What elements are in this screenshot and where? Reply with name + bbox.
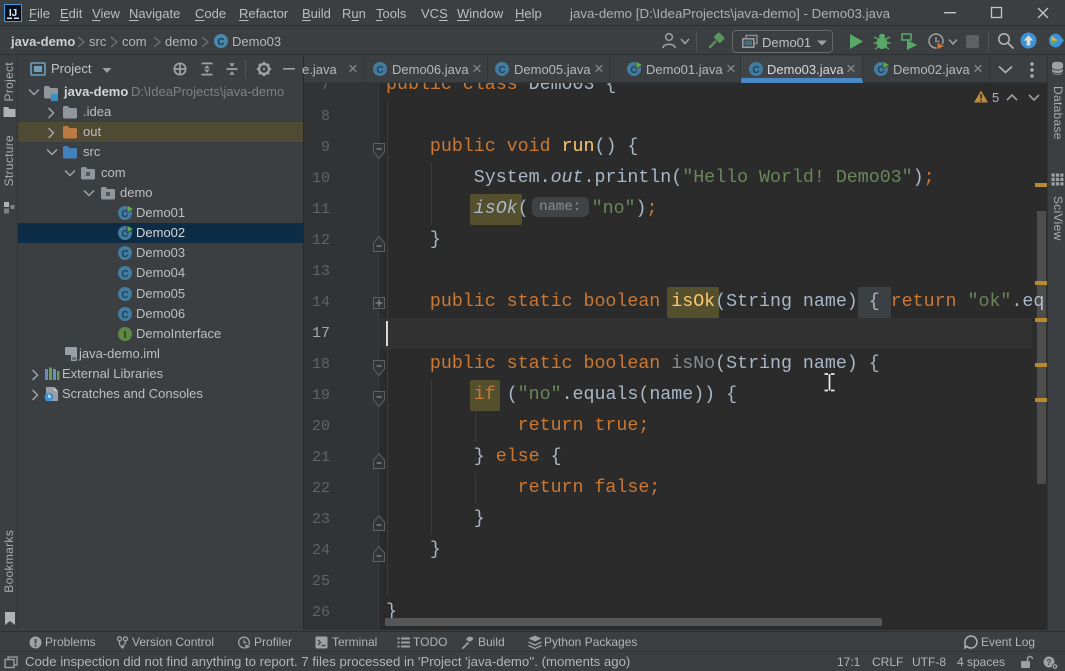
svg-text:?: ? xyxy=(1047,658,1052,667)
svg-text:C: C xyxy=(121,310,128,321)
svg-text:C: C xyxy=(121,269,128,280)
svg-text:C: C xyxy=(121,290,128,301)
svg-text:I: I xyxy=(124,330,127,341)
svg-text:IJ: IJ xyxy=(9,8,17,19)
svg-text:C: C xyxy=(752,65,759,76)
svg-text:C: C xyxy=(376,65,383,76)
svg-text:5: 5 xyxy=(992,90,999,105)
svg-text:C: C xyxy=(217,37,224,48)
svg-text:C: C xyxy=(121,249,128,260)
svg-text:C: C xyxy=(498,65,505,76)
